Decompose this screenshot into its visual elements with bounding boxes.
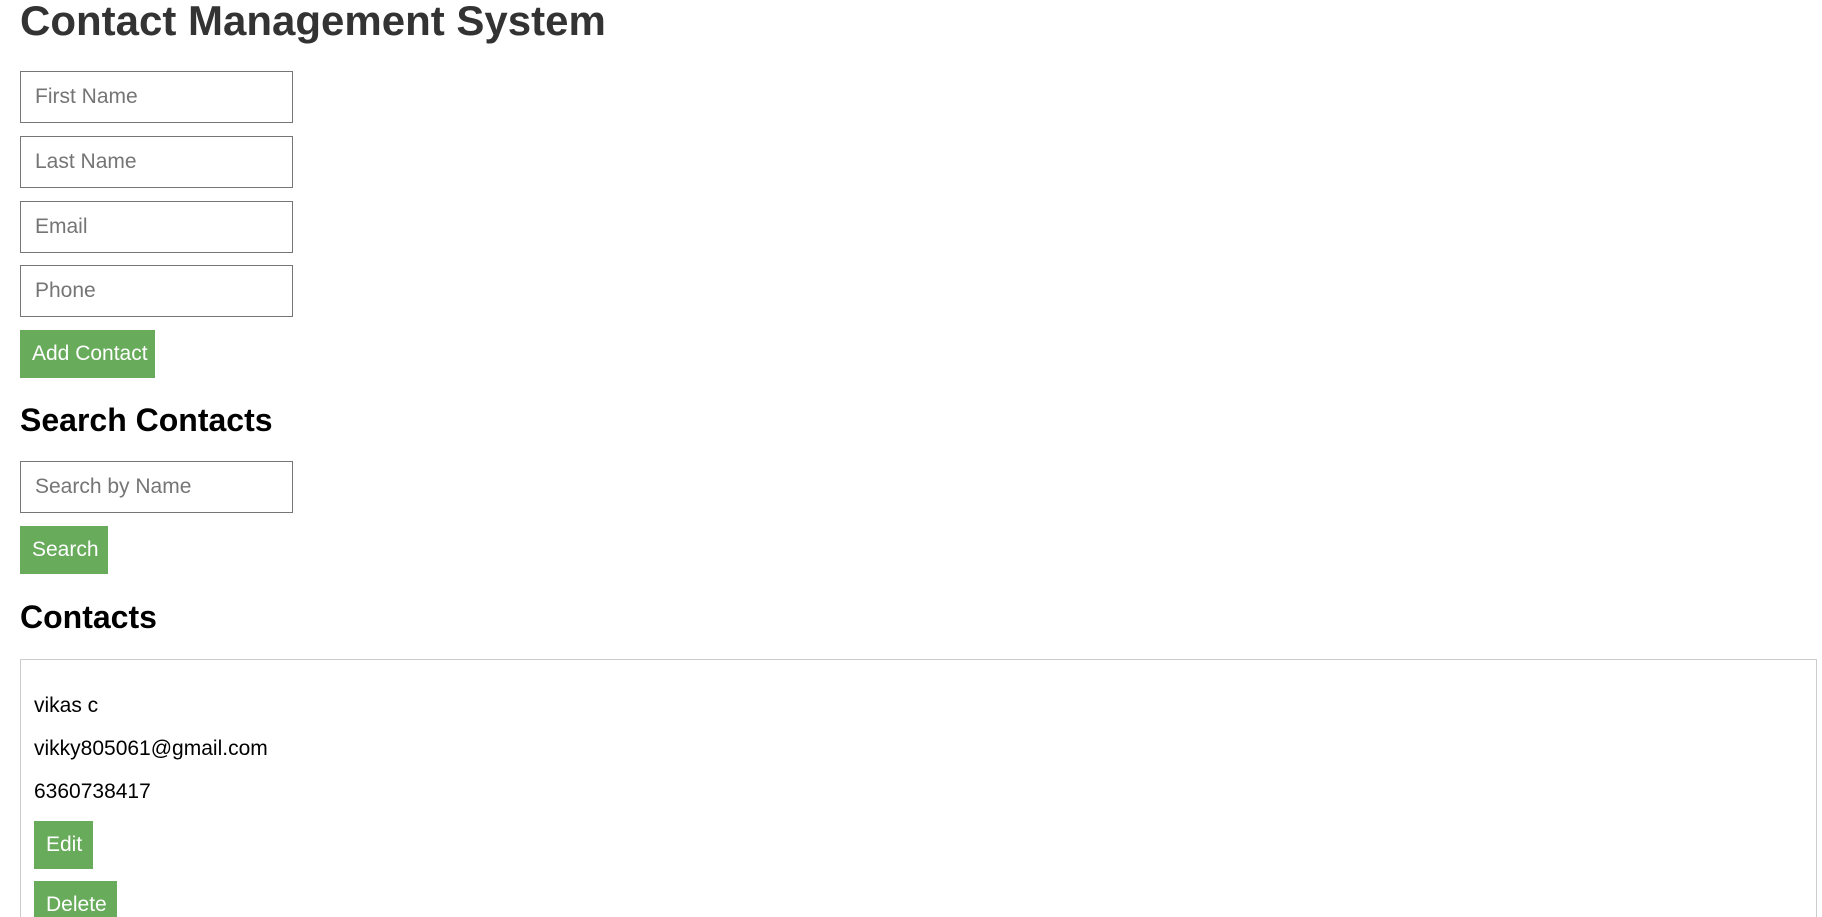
last-name-input[interactable]	[20, 136, 293, 188]
first-name-input[interactable]	[20, 71, 293, 123]
search-button[interactable]: Search	[20, 526, 108, 574]
contact-email: vikky805061@gmail.com	[34, 737, 268, 760]
email-input[interactable]	[20, 201, 293, 253]
page-title: Contact Management System	[20, 0, 606, 44]
delete-contact-button[interactable]: Delete	[34, 881, 117, 917]
edit-contact-button[interactable]: Edit	[34, 821, 93, 869]
search-input[interactable]	[20, 461, 293, 513]
phone-input[interactable]	[20, 265, 293, 317]
add-contact-button[interactable]: Add Contact	[20, 330, 155, 378]
contact-name: vikas c	[34, 694, 99, 717]
contact-phone: 6360738417	[34, 780, 151, 803]
contact-card: vikas c vikky805061@gmail.com 6360738417…	[20, 659, 1817, 917]
contacts-heading: Contacts	[20, 599, 157, 635]
search-heading: Search Contacts	[20, 402, 273, 438]
